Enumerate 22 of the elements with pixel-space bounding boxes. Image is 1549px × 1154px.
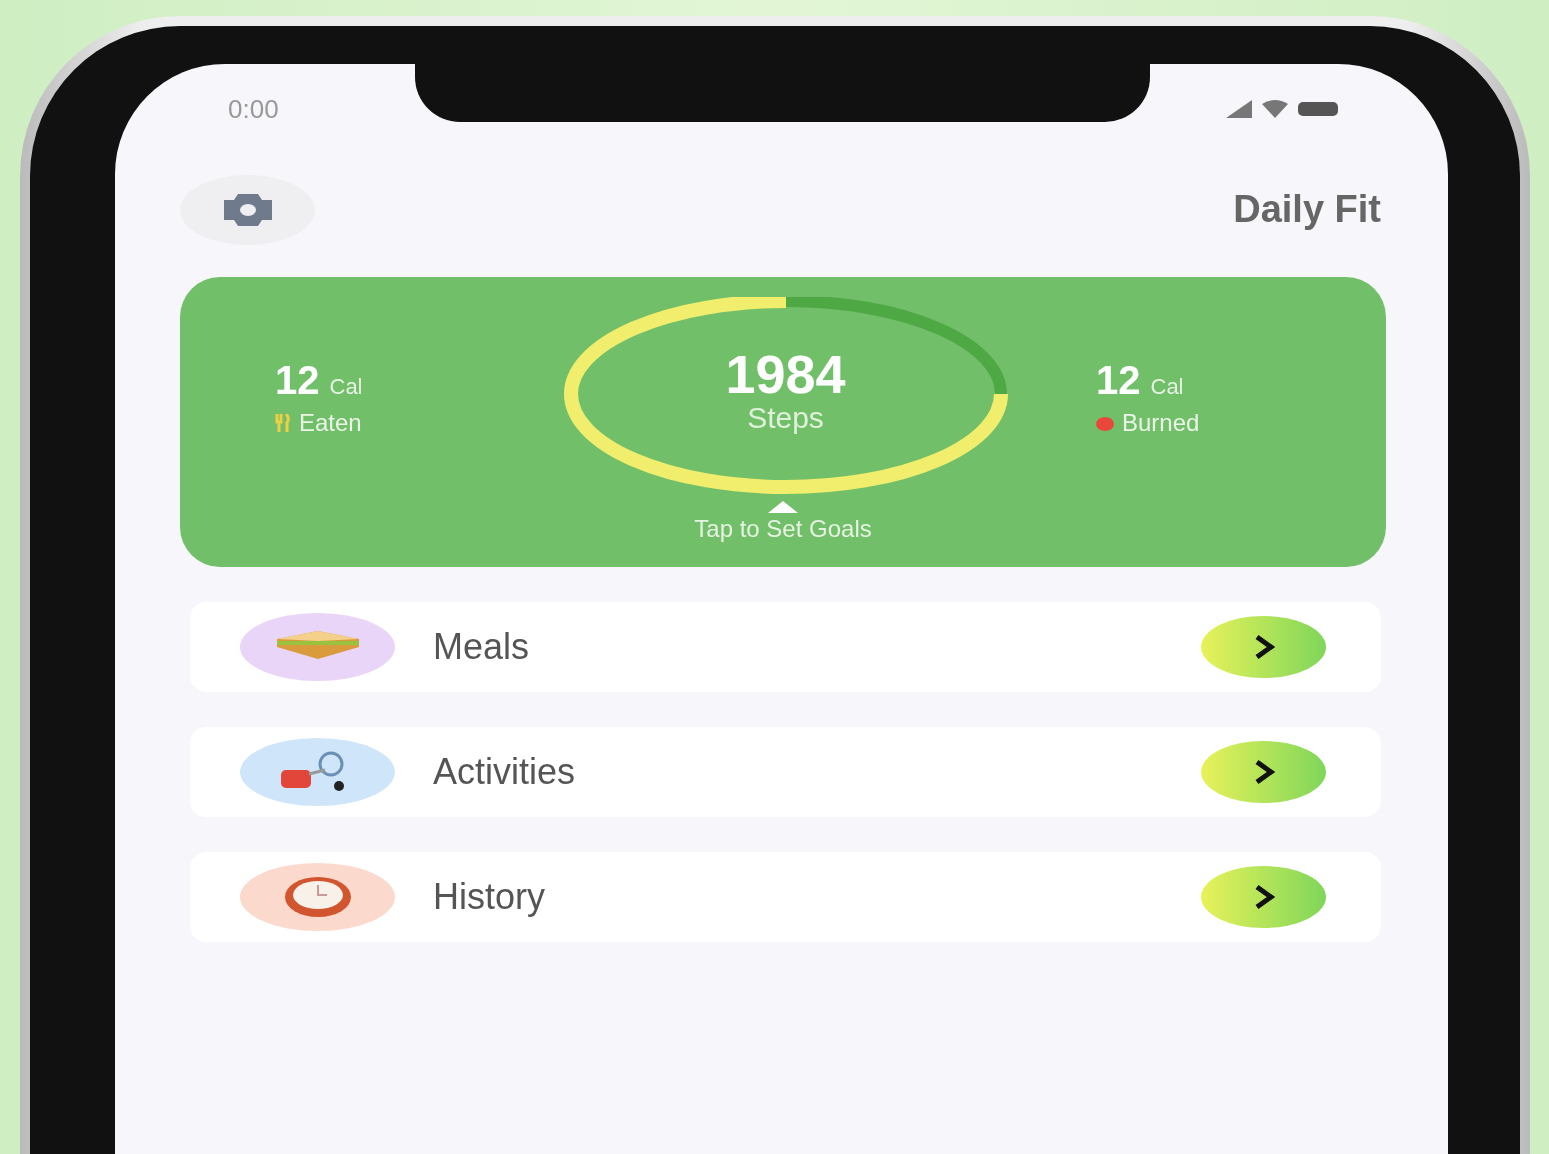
burned-unit: Cal — [1150, 373, 1184, 399]
menu-label: Meals — [433, 626, 531, 668]
steps-value: 1984 — [725, 347, 846, 401]
burned-label: Burned — [1122, 408, 1200, 437]
fork-knife-icon — [275, 413, 291, 432]
up-triangle-icon — [768, 501, 798, 513]
eaten-label: Eaten — [299, 408, 362, 437]
steps-label: Steps — [747, 401, 824, 435]
burned-value: 12 — [1096, 357, 1141, 402]
menu-row[interactable]: Meals — [190, 602, 1381, 692]
wifi-icon — [1262, 100, 1288, 118]
menu-row[interactable]: Activities — [190, 727, 1381, 817]
menu-label: History — [433, 876, 546, 918]
menu-label: Activities — [433, 751, 577, 793]
status-time: 0:00 — [228, 93, 279, 125]
signal-icon — [1226, 100, 1252, 118]
app-title: Daily Fit — [1233, 188, 1382, 231]
battery-icon — [1298, 102, 1338, 116]
clock-icon — [282, 875, 353, 919]
menu-row[interactable]: History — [190, 852, 1381, 942]
eaten-value: 12 — [275, 357, 320, 402]
eaten-unit: Cal — [329, 373, 363, 399]
